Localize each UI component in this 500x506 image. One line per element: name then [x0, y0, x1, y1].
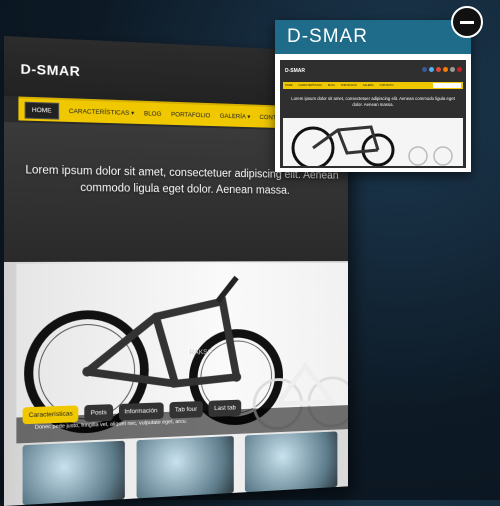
preview-logo: D-SMAR — [285, 68, 305, 74]
nav-item-caracteristicas[interactable]: CARACTERÍSTICAS ▾ — [69, 107, 134, 117]
thumbnail-earphones[interactable] — [136, 435, 234, 499]
nav-item-galeria[interactable]: GALERÍA ▾ — [220, 112, 251, 121]
theme-preview-popup: D-SMAR D-SMAR Home Características Blog … — [275, 6, 483, 172]
thumbnail-row — [22, 431, 338, 505]
nav-item-home[interactable]: HOME — [24, 101, 59, 120]
close-icon[interactable] — [451, 6, 483, 38]
google-icon — [436, 67, 441, 72]
preview-search — [433, 83, 461, 88]
rss-icon — [443, 67, 448, 72]
pinterest-icon — [457, 67, 462, 72]
thumbnail-earphones[interactable] — [22, 440, 125, 505]
slider-brand: RAKSO — [190, 349, 214, 356]
tab-caracteristicas[interactable]: Características — [22, 405, 79, 425]
thumbnail-earphones[interactable] — [244, 431, 338, 493]
preview-bicycle-image — [291, 125, 453, 166]
mail-icon — [450, 67, 455, 72]
twitter-icon — [429, 67, 434, 72]
social-icons — [422, 67, 462, 72]
nav-item-blog[interactable]: BLOG — [144, 110, 161, 117]
preview-slider — [283, 118, 463, 166]
mockup-logo: D-SMAR — [20, 60, 81, 79]
tab-posts[interactable]: Posts — [84, 404, 113, 422]
popup-title: D-SMAR — [275, 20, 471, 54]
tab-informacion[interactable]: Información — [118, 402, 164, 421]
facebook-icon — [422, 67, 427, 72]
nav-item-portafolio[interactable]: PORTAFOLIO — [171, 111, 210, 119]
tab-four[interactable]: Tab four — [169, 400, 203, 419]
preview-tagline: Lorem ipsum dolor sit amet, consectetuer… — [291, 96, 455, 107]
popup-preview-image: D-SMAR Home Características Blog Portafo… — [280, 60, 466, 168]
tab-last[interactable]: Last tab — [208, 399, 242, 418]
